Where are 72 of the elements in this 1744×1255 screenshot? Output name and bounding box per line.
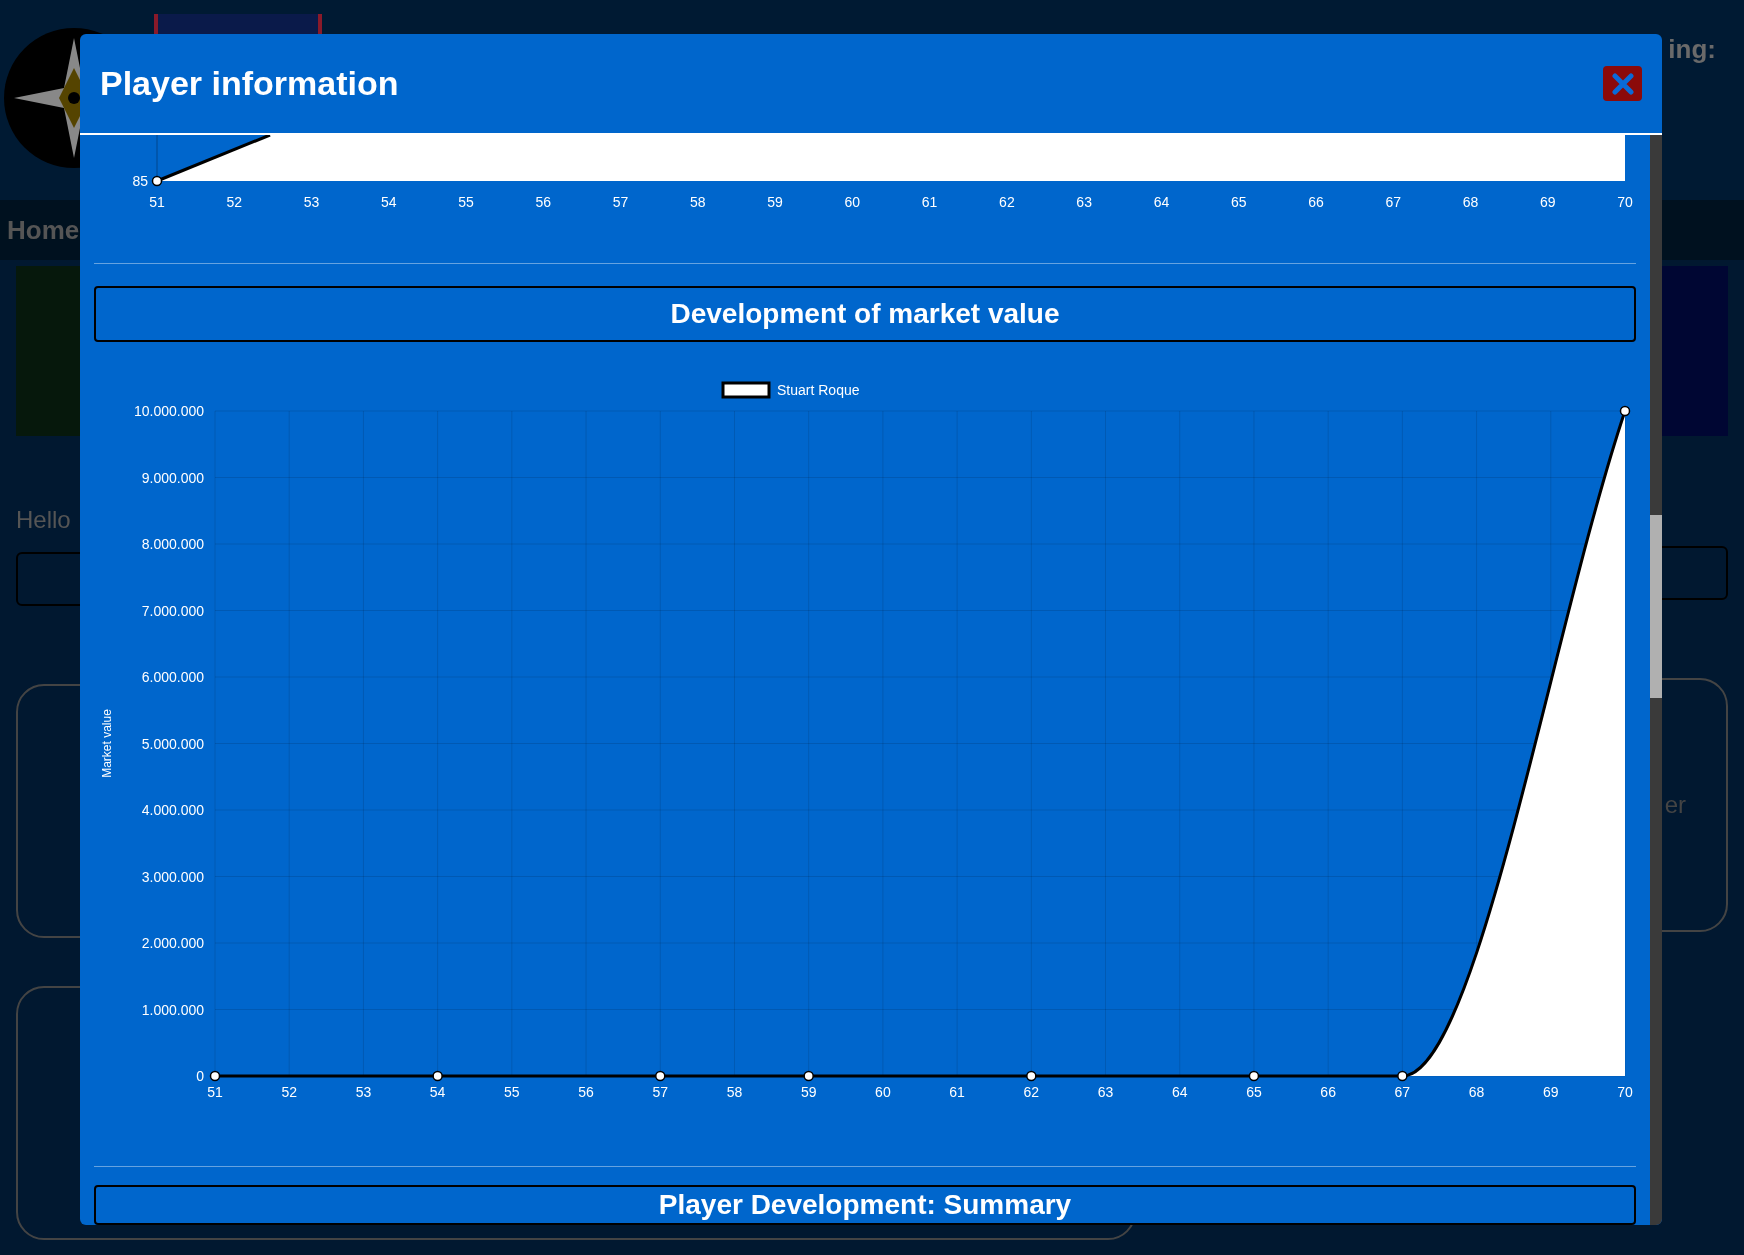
x-tick-label: 70: [1617, 1084, 1633, 1101]
y-tick-label: 1.000.000: [141, 1001, 204, 1018]
x-tick-label: 54: [381, 194, 397, 210]
data-point: [151, 175, 163, 187]
section-title: Development of market value: [94, 286, 1636, 343]
data-point: [1397, 1070, 1408, 1082]
x-tick-label: 54: [429, 1084, 446, 1101]
y-tick-label: 6.000.000: [141, 669, 204, 686]
x-tick-label: 62: [1023, 1084, 1040, 1101]
scrollbar[interactable]: [1650, 135, 1662, 1225]
x-tick-label: 61: [949, 1084, 965, 1101]
y-tick-label: 7.000.000: [141, 602, 204, 619]
x-tick-label: 58: [726, 1084, 743, 1101]
data-point: [1248, 1070, 1260, 1082]
x-tick-label: 63: [1076, 194, 1092, 210]
x-tick-label: 66: [1320, 1084, 1336, 1101]
x-tick-label: 68: [1468, 1084, 1485, 1101]
x-tick-label: 67: [1385, 194, 1401, 210]
x-tick-label: 66: [1308, 194, 1324, 210]
x-tick-label: 65: [1230, 194, 1247, 210]
x-tick-label: 67: [1394, 1084, 1411, 1101]
x-tick-label: 70: [1617, 194, 1633, 210]
x-tick-label: 61: [921, 194, 938, 210]
data-point: [803, 1070, 814, 1082]
y-tick-label: 85: [132, 173, 148, 189]
x-tick-label: 52: [281, 1084, 297, 1101]
x-tick-label: 60: [844, 194, 861, 210]
x-tick-label: 52: [226, 194, 243, 210]
data-point: [655, 1070, 666, 1082]
x-tick-label: 69: [1539, 194, 1556, 210]
data-point: [1619, 405, 1631, 417]
x-tick-label: 51: [207, 1084, 223, 1101]
x-tick-label: 58: [690, 194, 706, 210]
x-tick-label: 57: [652, 1084, 669, 1101]
x-tick-label: 63: [1097, 1084, 1114, 1101]
y-tick-label: 9.000.000: [141, 469, 204, 486]
x-tick-label: 69: [1543, 1084, 1559, 1101]
data-point: [432, 1070, 443, 1082]
x-tick-label: 64: [1171, 1084, 1188, 1101]
x-tick-label: 62: [999, 194, 1015, 210]
header-text: ing:: [1668, 34, 1716, 65]
nav-link[interactable]: Home: [7, 214, 80, 246]
y-tick-label: 8.000.000: [141, 536, 204, 553]
x-tick-label: 55: [458, 194, 474, 210]
data-point: [209, 1070, 221, 1082]
x-tick-label: 65: [1246, 1084, 1262, 1101]
y-axis-title: Market value: [100, 709, 114, 778]
x-tick-label: 55: [504, 1084, 520, 1101]
x-tick-label: 56: [578, 1084, 594, 1101]
card-text: er: [1664, 791, 1686, 819]
section-title: Player Development: Summary: [94, 1185, 1636, 1225]
data-point: [1026, 1070, 1037, 1082]
greeting-text: Hello: [16, 506, 71, 534]
x-tick-label: 56: [535, 194, 552, 210]
x-tick-label: 59: [767, 194, 783, 210]
legend-label: Stuart Roque: [777, 382, 860, 399]
x-tick-label: 51: [149, 194, 165, 210]
dialog-title: Player information: [100, 64, 399, 103]
y-tick-label: 0: [196, 1068, 204, 1085]
x-tick-label: 59: [800, 1084, 817, 1101]
y-tick-label: 10.000.000: [133, 403, 204, 420]
y-tick-label: 2.000.000: [141, 935, 204, 952]
x-tick-label: 57: [612, 194, 629, 210]
close-icon: [1611, 72, 1634, 95]
y-tick-label: 3.000.000: [141, 868, 204, 885]
x-tick-label: 60: [875, 1084, 891, 1101]
x-tick-label: 53: [355, 1084, 372, 1101]
x-tick-label: 68: [1462, 194, 1479, 210]
x-tick-label: 64: [1153, 194, 1170, 210]
y-tick-label: 4.000.000: [141, 802, 204, 819]
y-tick-label: 5.000.000: [141, 735, 204, 752]
x-tick-label: 53: [303, 194, 320, 210]
